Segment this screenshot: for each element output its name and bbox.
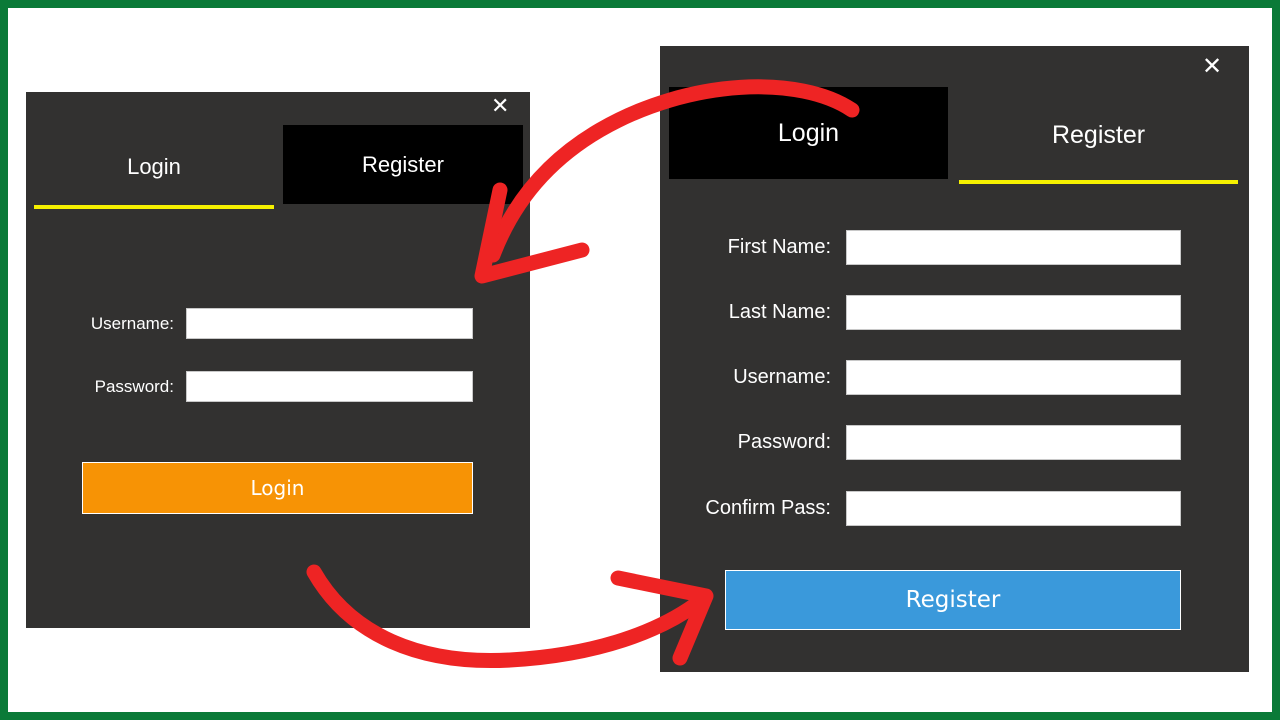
password-field[interactable] bbox=[846, 425, 1181, 460]
password-label: Password: bbox=[737, 431, 831, 453]
tab-register[interactable]: Register bbox=[959, 87, 1238, 184]
tab-register[interactable]: Register bbox=[283, 125, 523, 204]
login-window: ✕ Login Register Username: Password: Log… bbox=[26, 92, 530, 628]
register-button[interactable]: Register bbox=[725, 570, 1181, 630]
register-button-label: Register bbox=[905, 587, 1001, 613]
register-window: ✕ Login Register First Name: Last Name: … bbox=[660, 46, 1249, 672]
username-label: Username: bbox=[733, 366, 831, 388]
login-button-label: Login bbox=[250, 476, 305, 500]
first-name-label: First Name: bbox=[727, 236, 831, 258]
active-tab-indicator bbox=[959, 180, 1238, 184]
last-name-label: Last Name: bbox=[728, 301, 831, 323]
first-name-field[interactable] bbox=[846, 230, 1181, 265]
close-icon[interactable]: ✕ bbox=[491, 96, 509, 118]
tab-login[interactable]: Login bbox=[34, 125, 274, 209]
login-button[interactable]: Login bbox=[82, 462, 473, 514]
tab-login[interactable]: Login bbox=[669, 87, 948, 179]
tab-register-label: Register bbox=[1051, 121, 1146, 149]
confirm-pass-label: Confirm Pass: bbox=[705, 497, 831, 519]
password-label: Password: bbox=[94, 377, 174, 396]
username-label: Username: bbox=[90, 314, 174, 333]
username-field[interactable] bbox=[186, 308, 473, 339]
username-field[interactable] bbox=[846, 360, 1181, 395]
password-field[interactable] bbox=[186, 371, 473, 402]
confirm-pass-field[interactable] bbox=[846, 491, 1181, 526]
tab-login-label: Login bbox=[127, 154, 181, 179]
last-name-field[interactable] bbox=[846, 295, 1181, 330]
tab-register-label: Register bbox=[362, 151, 444, 177]
tab-login-label: Login bbox=[777, 118, 840, 147]
active-tab-indicator bbox=[34, 205, 274, 209]
close-icon[interactable]: ✕ bbox=[1202, 54, 1222, 78]
